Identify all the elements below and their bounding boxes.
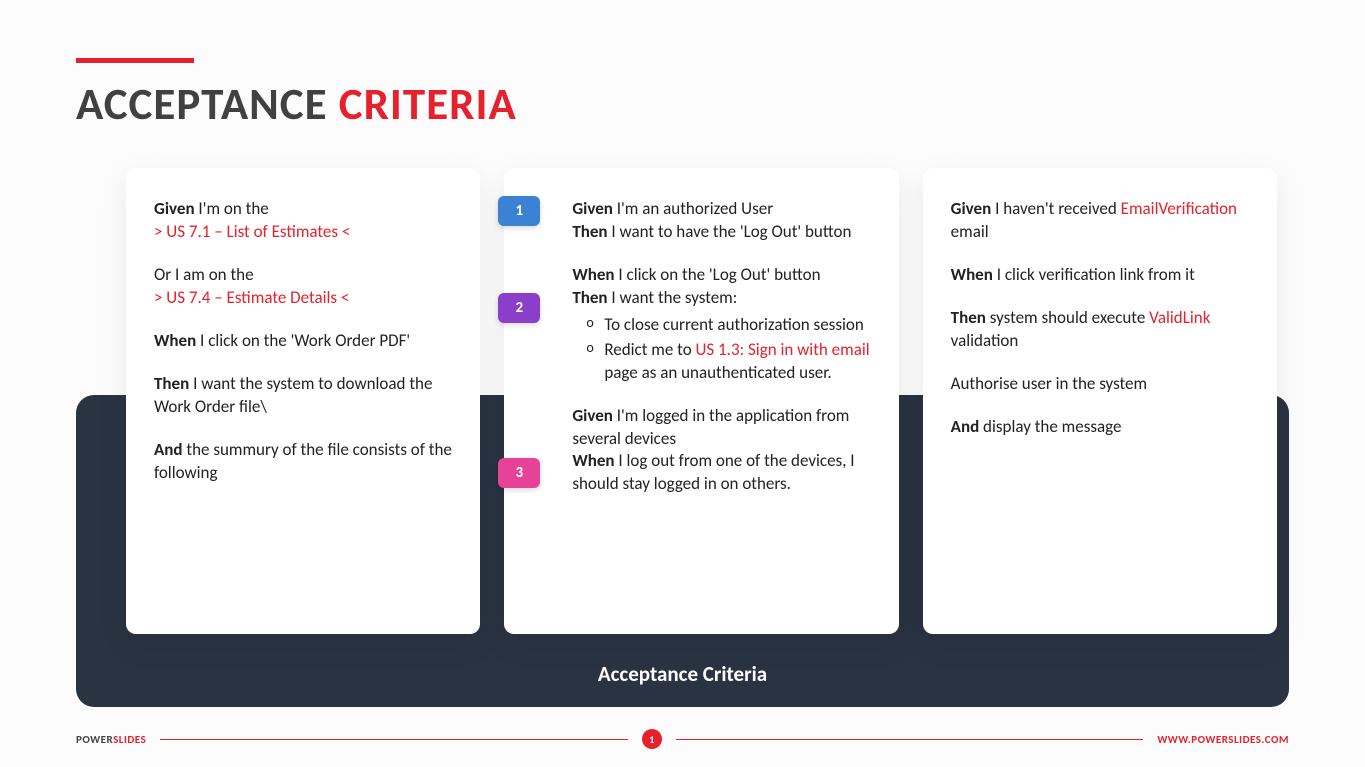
list-item: To close current authorization session [586,314,870,337]
text-block: Given I'm an authorized User Then I want… [572,198,870,244]
inline-link: EmailVerification [1121,198,1237,219]
text-block: And display the message [951,416,1249,439]
body-text: I click on the 'Work Order PDF' [196,330,410,351]
inline-link: ValidLink [1149,307,1210,328]
keyword-then: Then [951,307,986,328]
body-text: Or I am on the [154,264,254,285]
page-number-badge: 1 [642,729,662,749]
criteria-card-2: 1 2 3 Given I'm an authorized User Then … [504,168,898,634]
title-word-1: ACCEPTANCE [76,77,328,132]
brand-part-1: POWER [76,733,113,746]
step-badge-1: 1 [498,196,540,226]
body-text: Authorise user in the system [951,373,1147,394]
text-block: Then system should execute ValidLink val… [951,307,1249,353]
keyword-when: When [572,264,614,285]
body-text: I click on the 'Log Out' button [615,264,821,285]
text-block: Or I am on the > US 7.4 – Estimate Detai… [154,264,452,310]
footer-divider [676,739,1144,740]
body-text: I'm logged in the application from sever… [572,405,849,449]
body-text: validation [951,330,1019,351]
step-badge-3: 3 [498,458,540,488]
text-block: Given I'm logged in the application from… [572,405,870,497]
footer-divider [160,739,628,740]
criteria-card-1: Given I'm on the > US 7.1 – List of Esti… [126,168,480,634]
body-text: I log out from one of the devices, I sho… [572,450,854,494]
body-text: I want the system: [608,287,738,308]
keyword-and: And [951,416,980,437]
body-text: Redict me to [604,339,695,360]
footer-brand: POWERSLIDES [76,733,146,746]
keyword-given: Given [572,198,613,219]
body-text: page as an unauthenticated user. [604,362,831,383]
body-text: the summury of the file consists of the … [154,439,452,483]
text-block: Given I'm on the > US 7.1 – List of Esti… [154,198,452,244]
step-badge-2: 2 [498,293,540,323]
body-text: system should execute [986,307,1149,328]
keyword-when: When [951,264,993,285]
text-block: Given I haven't received EmailVerificati… [951,198,1249,244]
text-block: And the summury of the file consists of … [154,439,452,485]
body-text: display the message [979,416,1121,437]
page-title: ACCEPTANCE CRITERIA [76,77,1289,132]
text-block: When I click on the 'Work Order PDF' [154,330,452,353]
keyword-given: Given [572,405,613,426]
criteria-card-3: Given I haven't received EmailVerificati… [923,168,1277,634]
cards-row: Given I'm on the > US 7.1 – List of Esti… [126,168,1277,634]
body-text: I haven't received [991,198,1120,219]
body-text: To close current authorization session [604,314,863,335]
text-block: When I click verification link from it [951,264,1249,287]
keyword-when: When [572,450,614,471]
body-text: I click verification link from it [993,264,1195,285]
us-link: > US 7.4 – Estimate Details < [154,287,349,308]
keyword-then: Then [572,287,607,308]
keyword-and: And [154,439,183,460]
bullet-list: To close current authorization session R… [572,314,870,385]
keyword-then: Then [154,373,189,394]
text-block: Authorise user in the system [951,373,1249,396]
body-text: email [951,221,989,242]
dark-panel-label: Acceptance Criteria [76,661,1289,687]
slide: ACCEPTANCE CRITERIA Acceptance Criteria … [0,0,1365,767]
keyword-then: Then [572,221,607,242]
brand-part-2: SLIDES [113,733,146,746]
body-text: I'm on the [195,198,269,219]
keyword-given: Given [154,198,195,219]
keyword-given: Given [951,198,992,219]
us-link: US 1.3: Sign in with email [696,339,870,360]
text-block: When I click on the 'Log Out' button The… [572,264,870,385]
keyword-when: When [154,330,196,351]
footer-url: WWW.POWERSLIDES.COM [1157,733,1289,746]
title-word-2: CRITERIA [339,77,517,132]
body-text: I want to have the 'Log Out' button [608,221,852,242]
list-item: Redict me to US 1.3: Sign in with email … [586,339,870,385]
body-text: I'm an authorized User [613,198,773,219]
text-block: Then I want the system to download the W… [154,373,452,419]
us-link: > US 7.1 – List of Estimates < [154,221,350,242]
accent-bar [76,58,194,63]
footer: POWERSLIDES 1 WWW.POWERSLIDES.COM [76,729,1289,749]
body-text: I want the system to download the Work O… [154,373,432,417]
